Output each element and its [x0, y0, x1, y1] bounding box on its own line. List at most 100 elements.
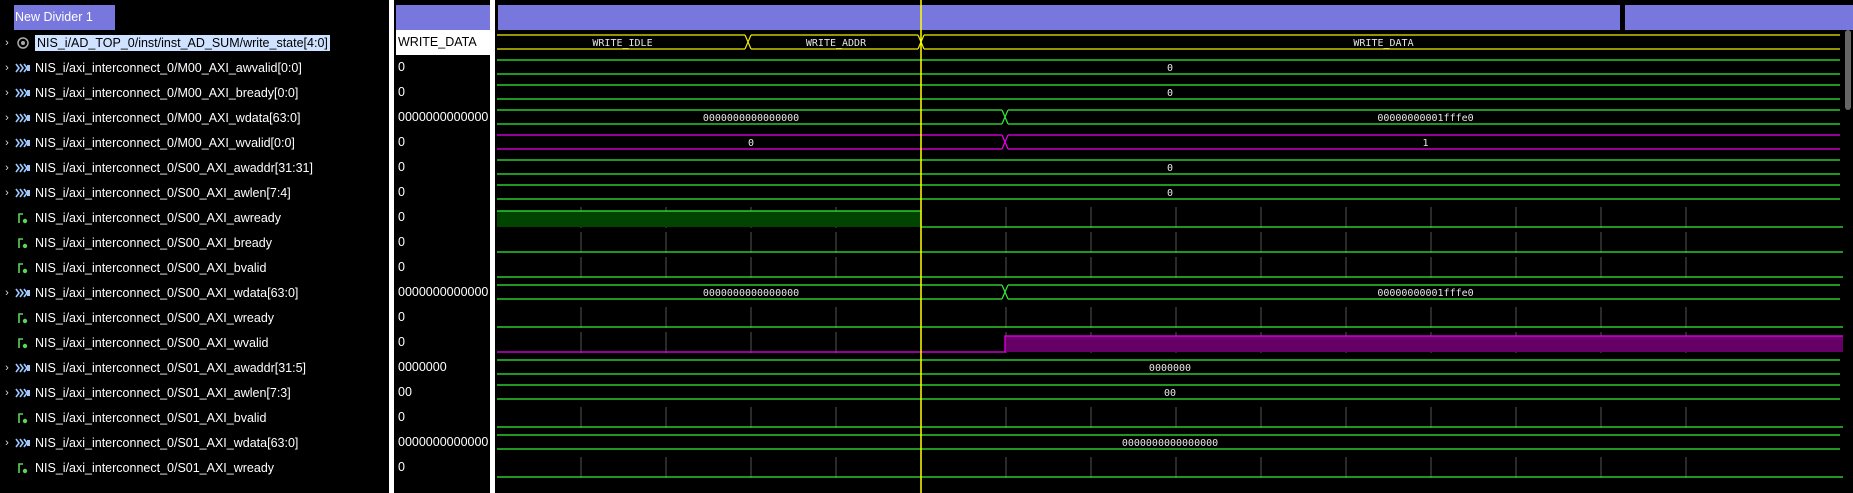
bus-signal-icon [14, 86, 32, 100]
bus-value-label: 0 [1167, 63, 1173, 74]
bus-signal-icon [14, 286, 32, 300]
signal-value: 00 [398, 385, 412, 399]
divider-new-divider-1[interactable]: New Divider 1 [14, 5, 115, 30]
signal-value: 0 [398, 460, 405, 474]
signal-value: 0 [398, 210, 405, 224]
divider-bar [498, 5, 1620, 30]
signal-row[interactable]: NIS_i/axi_interconnect_0/S01_AXI_wready [0, 455, 274, 480]
signal-row[interactable]: › NIS_i/axi_interconnect_0/S00_AXI_awlen[… [0, 180, 291, 205]
signal-name[interactable]: NIS_i/axi_interconnect_0/S00_AXI_wvalid [35, 336, 268, 350]
bus-value-label: 00000000001fffe0 [1377, 113, 1473, 124]
bus-signal-icon [14, 361, 32, 375]
bus-value-label: 0000000 [1149, 363, 1191, 374]
signal-name[interactable]: NIS_i/axi_interconnect_0/S01_AXI_bvalid [35, 411, 266, 425]
signal-name[interactable]: NIS_i/axi_interconnect_0/M00_AXI_wvalid[… [35, 136, 295, 150]
signal-name[interactable]: NIS_i/axi_interconnect_0/S01_AXI_awlen[7… [35, 386, 291, 400]
signal-row[interactable]: NIS_i/axi_interconnect_0/S00_AXI_bready [0, 230, 272, 255]
signal-name[interactable]: NIS_i/axi_interconnect_0/S00_AXI_awaddr[… [35, 161, 313, 175]
state-signal-icon [14, 36, 32, 50]
signal-value: 0 [398, 160, 405, 174]
signal-row[interactable]: › NIS_i/axi_interconnect_0/S00_AXI_wdata[… [0, 280, 298, 305]
bit-signal-icon [14, 336, 32, 350]
divider-bar [1625, 5, 1853, 30]
signal-value: 0 [398, 60, 405, 74]
expand-chevron-icon[interactable]: › [0, 362, 14, 374]
bus-signal-icon [14, 161, 32, 175]
signal-row[interactable]: › NIS_i/axi_interconnect_0/S01_AXI_awlen[… [0, 380, 291, 405]
expand-chevron-icon[interactable]: › [0, 37, 14, 49]
signal-name[interactable]: NIS_i/axi_interconnect_0/S00_AXI_wdata[6… [35, 286, 298, 300]
bus-value-label: 0000000000000000 [1122, 438, 1218, 449]
bus-value-label: 0 [1167, 163, 1173, 174]
signal-row[interactable]: NIS_i/axi_interconnect_0/S00_AXI_wready [0, 305, 274, 330]
bus-value-label: 0000000000000000 [703, 288, 799, 299]
wvalid-high-fill [1005, 336, 1843, 352]
signal-value: 0000000000000 [398, 435, 489, 449]
signal-name[interactable]: NIS_i/axi_interconnect_0/M00_AXI_bready[… [35, 86, 298, 100]
awready-high-fill [497, 211, 921, 227]
bus-value-label: WRITE_ADDR [806, 38, 867, 49]
bus-value-label: 0 [1167, 88, 1173, 99]
signal-row[interactable]: › NIS_i/axi_interconnect_0/S01_AXI_wdata[… [0, 430, 298, 455]
signal-value: 0 [398, 410, 405, 424]
signal-row[interactable]: › NIS_i/axi_interconnect_0/S01_AXI_awaddr… [0, 355, 306, 380]
bit-signal-icon [14, 236, 32, 250]
signal-value: 0000000000000 [398, 110, 489, 124]
signal-name[interactable]: NIS_i/axi_interconnect_0/S01_AXI_wready [35, 461, 274, 475]
expand-chevron-icon[interactable]: › [0, 137, 14, 149]
signal-row[interactable]: NIS_i/axi_interconnect_0/S00_AXI_awready [0, 205, 281, 230]
divider-value-cell [396, 5, 490, 30]
bus-signal-icon [14, 111, 32, 125]
expand-chevron-icon[interactable]: › [0, 437, 14, 449]
signal-name[interactable]: NIS_i/axi_interconnect_0/M00_AXI_wdata[6… [35, 111, 300, 125]
bus-value-label: WRITE_DATA [1353, 38, 1413, 49]
signal-name[interactable]: NIS_i/axi_interconnect_0/S00_AXI_bready [35, 236, 272, 250]
signal-name-panel: New Divider 1 › NIS_i/AD_TOP_0/inst/inst_… [0, 0, 389, 493]
bit-signal-icon [14, 411, 32, 425]
bus-value-label: 1 [1422, 138, 1428, 149]
signal-value: 0000000 [398, 360, 447, 374]
signal-name[interactable]: NIS_i/axi_interconnect_0/S00_AXI_bvalid [35, 261, 266, 275]
signal-name[interactable]: NIS_i/axi_interconnect_0/S01_AXI_awaddr[… [35, 361, 306, 375]
waveform-panel[interactable]: WRITE_IDLE WRITE_ADDR WRITE_DATA 0 0 00000000… [495, 0, 1853, 493]
bus-value-label: 0 [1167, 188, 1173, 199]
waveform-canvas[interactable]: WRITE_IDLE WRITE_ADDR WRITE_DATA0000000000… [495, 0, 1853, 493]
expand-chevron-icon[interactable]: › [0, 387, 14, 399]
bus-value-label: 00 [1164, 388, 1176, 399]
bus-signal-icon [14, 436, 32, 450]
signal-name[interactable]: NIS_i/axi_interconnect_0/M00_AXI_awvalid… [35, 61, 302, 75]
expand-chevron-icon[interactable]: › [0, 187, 14, 199]
signal-name[interactable]: NIS_i/axi_interconnect_0/S00_AXI_wready [35, 311, 274, 325]
signal-row[interactable]: NIS_i/axi_interconnect_0/S01_AXI_bvalid [0, 405, 266, 430]
signal-value: 0000000000000 [398, 285, 489, 299]
signal-row[interactable]: NIS_i/axi_interconnect_0/S00_AXI_wvalid [0, 330, 268, 355]
expand-chevron-icon[interactable]: › [0, 162, 14, 174]
bit-signal-icon [14, 461, 32, 475]
expand-chevron-icon[interactable]: › [0, 87, 14, 99]
expand-chevron-icon[interactable]: › [0, 62, 14, 74]
signal-name[interactable]: NIS_i/axi_interconnect_0/S01_AXI_wdata[6… [35, 436, 298, 450]
signal-value: 0 [398, 235, 405, 249]
signal-row[interactable]: › NIS_i/axi_interconnect_0/S00_AXI_awaddr… [0, 155, 313, 180]
signal-name[interactable]: NIS_i/AD_TOP_0/inst/inst_AD_SUM/write_st… [35, 34, 330, 51]
signal-value: WRITE_DATA [396, 30, 490, 55]
bus-value-label: WRITE_IDLE [592, 38, 652, 49]
bit-signal-icon [14, 261, 32, 275]
signal-name[interactable]: NIS_i/axi_interconnect_0/S00_AXI_awready [35, 211, 281, 225]
signal-row[interactable]: › NIS_i/axi_interconnect_0/M00_AXI_awvali… [0, 55, 302, 80]
bit-signal-icon [14, 211, 32, 225]
expand-chevron-icon[interactable]: › [0, 112, 14, 124]
bus-value-label: 0000000000000000 [703, 113, 799, 124]
signal-row[interactable]: › NIS_i/axi_interconnect_0/M00_AXI_wdata[… [0, 105, 300, 130]
signal-value-panel: WRITE_DATA 0 0 0000000000000 0 0 0 0 0 0 000000000… [394, 0, 490, 493]
bus-signal-icon [14, 386, 32, 400]
bus-signal-icon [14, 61, 32, 75]
bus-transition [1001, 284, 1009, 300]
signal-row[interactable]: › NIS_i/axi_interconnect_0/M00_AXI_bready… [0, 80, 298, 105]
signal-row[interactable]: › NIS_i/AD_TOP_0/inst/inst_AD_SUM/write_s… [0, 30, 330, 55]
signal-value: 0 [398, 310, 405, 324]
signal-row[interactable]: NIS_i/axi_interconnect_0/S00_AXI_bvalid [0, 255, 266, 280]
signal-row[interactable]: › NIS_i/axi_interconnect_0/M00_AXI_wvalid… [0, 130, 295, 155]
signal-name[interactable]: NIS_i/axi_interconnect_0/S00_AXI_awlen[7… [35, 186, 291, 200]
expand-chevron-icon[interactable]: › [0, 287, 14, 299]
